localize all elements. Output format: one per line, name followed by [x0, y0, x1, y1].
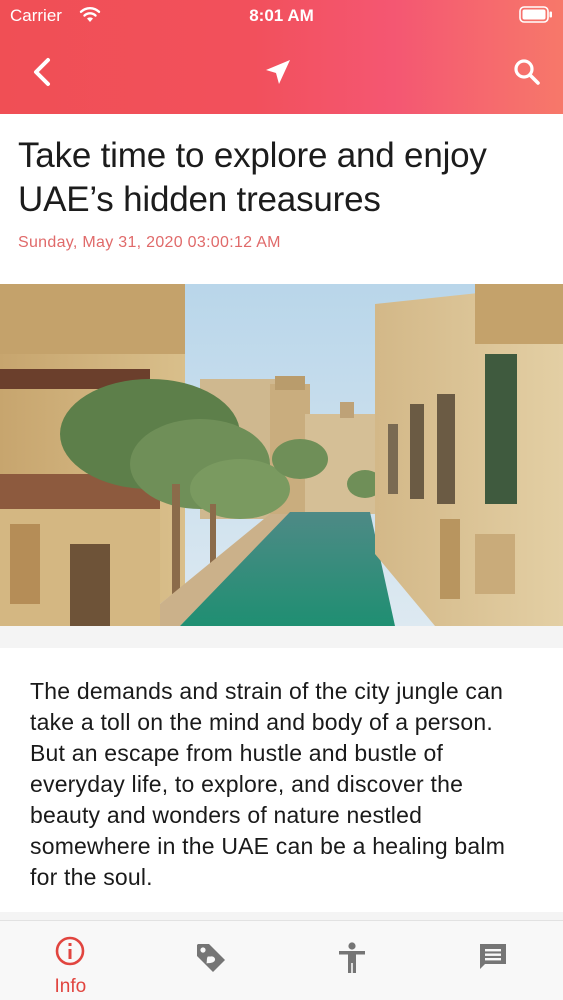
- top-bar: Carrier 8:01 AM: [0, 0, 563, 114]
- tab-comments[interactable]: [422, 921, 563, 1000]
- search-icon: [513, 58, 541, 91]
- tab-info-label: Info: [54, 976, 87, 997]
- article-title: Take time to explore and enjoy UAE’s hid…: [18, 136, 487, 219]
- battery-icon: [519, 6, 553, 23]
- article-hero-image: [0, 284, 563, 626]
- status-time: 8:01 AM: [249, 6, 314, 25]
- tab-tags[interactable]: [141, 921, 282, 1000]
- share-button[interactable]: [256, 52, 300, 96]
- search-button[interactable]: [505, 52, 549, 96]
- back-button[interactable]: [20, 52, 64, 96]
- article-date: Sunday, May 31, 2020 03:00:12 AM: [18, 234, 281, 251]
- article-scroll-view[interactable]: Take time to explore and enjoy UAE’s hid…: [0, 114, 563, 920]
- chat-icon: [477, 941, 509, 978]
- tab-info[interactable]: Info: [0, 921, 141, 1000]
- info-icon: [54, 935, 86, 972]
- chevron-left-icon: [31, 57, 53, 92]
- canal-photo: [0, 284, 563, 626]
- status-bar: Carrier 8:01 AM: [0, 0, 563, 32]
- tag-icon: [194, 941, 228, 980]
- article-body-text: The demands and strain of the city jungl…: [30, 678, 506, 890]
- tab-accessibility[interactable]: [282, 921, 423, 1000]
- bottom-tab-bar: Info: [0, 920, 563, 1000]
- paper-plane-icon: [263, 57, 293, 92]
- article-header: Take time to explore and enjoy UAE’s hid…: [0, 114, 563, 284]
- accessibility-icon: [337, 941, 367, 980]
- article-body: The demands and strain of the city jungl…: [0, 648, 563, 912]
